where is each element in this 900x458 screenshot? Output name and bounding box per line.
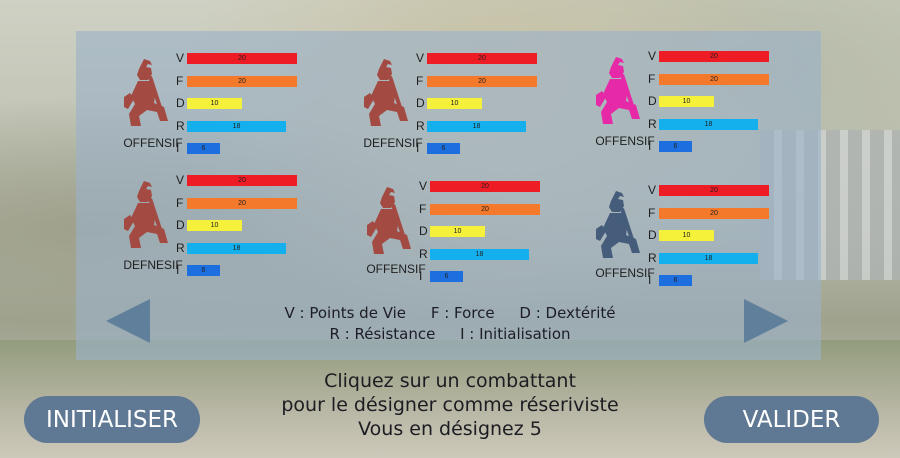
stat-letter: V <box>648 183 657 197</box>
stat-bar-r: 18 <box>427 120 526 132</box>
stat-bar-f: 20 <box>427 75 537 87</box>
stat-letter: V <box>416 51 425 65</box>
stat-letter: R <box>648 116 657 131</box>
fighter-card[interactable]: OFFENSIF V 20 F 20 D 10 R 18 I 6 <box>108 51 308 163</box>
fighter-role: OFFENSIF <box>595 134 655 148</box>
stat-letter: D <box>176 96 185 110</box>
stat-letter: I <box>419 269 423 283</box>
stat-bar-i: 6 <box>187 265 220 276</box>
stat-bar-v: 20 <box>187 175 297 186</box>
stat-bar-d: 10 <box>659 96 714 107</box>
kneeling-warrior-icon <box>114 57 174 127</box>
legend-d: D : Dextérité <box>519 304 616 322</box>
fighter-role: OFFENSIF <box>123 136 183 150</box>
stat-bar-d: 10 <box>187 98 242 109</box>
fighter-card[interactable]: OFFENSIF V 20 F 20 D 10 R 18 I 6 <box>351 179 551 291</box>
kneeling-warrior-icon <box>354 57 414 127</box>
stat-legend-line-2: R : Résistance I : Initialisation <box>240 325 660 343</box>
kneeling-warrior-icon <box>586 189 646 259</box>
stat-bar-r: 18 <box>430 248 529 260</box>
legend-i: I : Initialisation <box>460 325 571 343</box>
stat-letter: D <box>419 224 428 238</box>
kneeling-warrior-icon <box>114 179 174 249</box>
stat-bar-r: 18 <box>187 242 286 254</box>
stat-letter: F <box>176 195 184 210</box>
fighter-role: DEFENSIF <box>363 136 423 150</box>
stat-bar-i: 6 <box>427 143 460 154</box>
legend-f: F : Force <box>430 304 495 322</box>
stat-bar-d: 10 <box>427 98 482 109</box>
stat-bar-f: 20 <box>659 73 769 85</box>
stat-bar-i: 6 <box>430 271 463 282</box>
stat-letter: I <box>416 141 420 155</box>
fighter-card[interactable]: DEFENSIF V 20 F 20 D 10 R 18 I 6 <box>348 51 548 163</box>
stat-letter: F <box>416 73 424 88</box>
stat-bar-v: 20 <box>659 51 769 62</box>
stat-letter: D <box>176 218 185 232</box>
kneeling-warrior-icon <box>586 55 646 125</box>
stat-letter: F <box>419 201 427 216</box>
stat-letter: D <box>416 96 425 110</box>
stat-bar-f: 20 <box>659 207 769 219</box>
stat-bar-r: 18 <box>187 120 286 132</box>
fighter-role: OFFENSIF <box>366 262 426 276</box>
stat-letter: R <box>419 246 428 261</box>
fighter-role: DEFNESIF <box>123 258 183 272</box>
stat-bar-f: 20 <box>187 197 297 209</box>
stat-bar-r: 18 <box>659 252 758 264</box>
stat-letter: R <box>648 250 657 265</box>
stat-bar-v: 20 <box>187 53 297 64</box>
instructions-line-3: Vous en désignez 5 <box>358 418 542 440</box>
legend-v: V : Points de Vie <box>284 304 407 322</box>
stat-bar-d: 10 <box>430 226 485 237</box>
stat-letter: R <box>416 118 425 133</box>
fighter-card[interactable]: OFFENSIF V 20 F 20 D 10 R 18 I 6 <box>580 183 780 295</box>
instructions-line-2: pour le désigner comme réseriviste <box>281 394 619 416</box>
fighter-card[interactable]: OFFENSIF V 20 F 20 D 10 R 18 I 6 <box>580 49 780 161</box>
stat-letter: I <box>648 139 652 153</box>
instructions: Cliquez sur un combattant pour le désign… <box>230 369 670 441</box>
stat-letter: I <box>176 141 180 155</box>
stat-bar-f: 20 <box>187 75 297 87</box>
legend-r: R : Résistance <box>329 325 436 343</box>
kneeling-warrior-icon <box>357 185 417 255</box>
stat-bar-d: 10 <box>659 230 714 241</box>
stat-bar-i: 6 <box>659 275 692 286</box>
stat-letter: I <box>176 263 180 277</box>
stat-bar-v: 20 <box>659 185 769 196</box>
fighter-card[interactable]: DEFNESIF V 20 F 20 D 10 R 18 I 6 <box>108 173 308 285</box>
stat-letter: V <box>176 173 185 187</box>
valider-button[interactable]: VALIDER <box>704 396 879 443</box>
stat-legend-line-1: V : Points de Vie F : Force D : Dextérit… <box>240 304 660 322</box>
stat-bar-v: 20 <box>427 53 537 64</box>
initialiser-button[interactable]: INITIALISER <box>24 396 200 443</box>
stat-letter: D <box>648 228 657 242</box>
stat-letter: V <box>176 51 185 65</box>
arrow-left-icon[interactable] <box>106 299 150 343</box>
stat-letter: F <box>648 205 656 220</box>
fighter-role: OFFENSIF <box>595 266 655 280</box>
stat-letter: R <box>176 118 185 133</box>
stat-bar-r: 18 <box>659 118 758 130</box>
stat-letter: F <box>176 73 184 88</box>
instructions-line-1: Cliquez sur un combattant <box>324 370 576 392</box>
stat-bar-f: 20 <box>430 203 540 215</box>
stat-bar-d: 10 <box>187 220 242 231</box>
stat-letter: I <box>648 273 652 287</box>
stat-letter: F <box>648 71 656 86</box>
stat-bar-v: 20 <box>430 181 540 192</box>
stat-bar-i: 6 <box>187 143 220 154</box>
stat-letter: V <box>419 179 428 193</box>
stat-bar-i: 6 <box>659 141 692 152</box>
stat-letter: R <box>176 240 185 255</box>
arrow-right-icon[interactable] <box>744 299 788 343</box>
stat-letter: V <box>648 49 657 63</box>
stat-letter: D <box>648 94 657 108</box>
